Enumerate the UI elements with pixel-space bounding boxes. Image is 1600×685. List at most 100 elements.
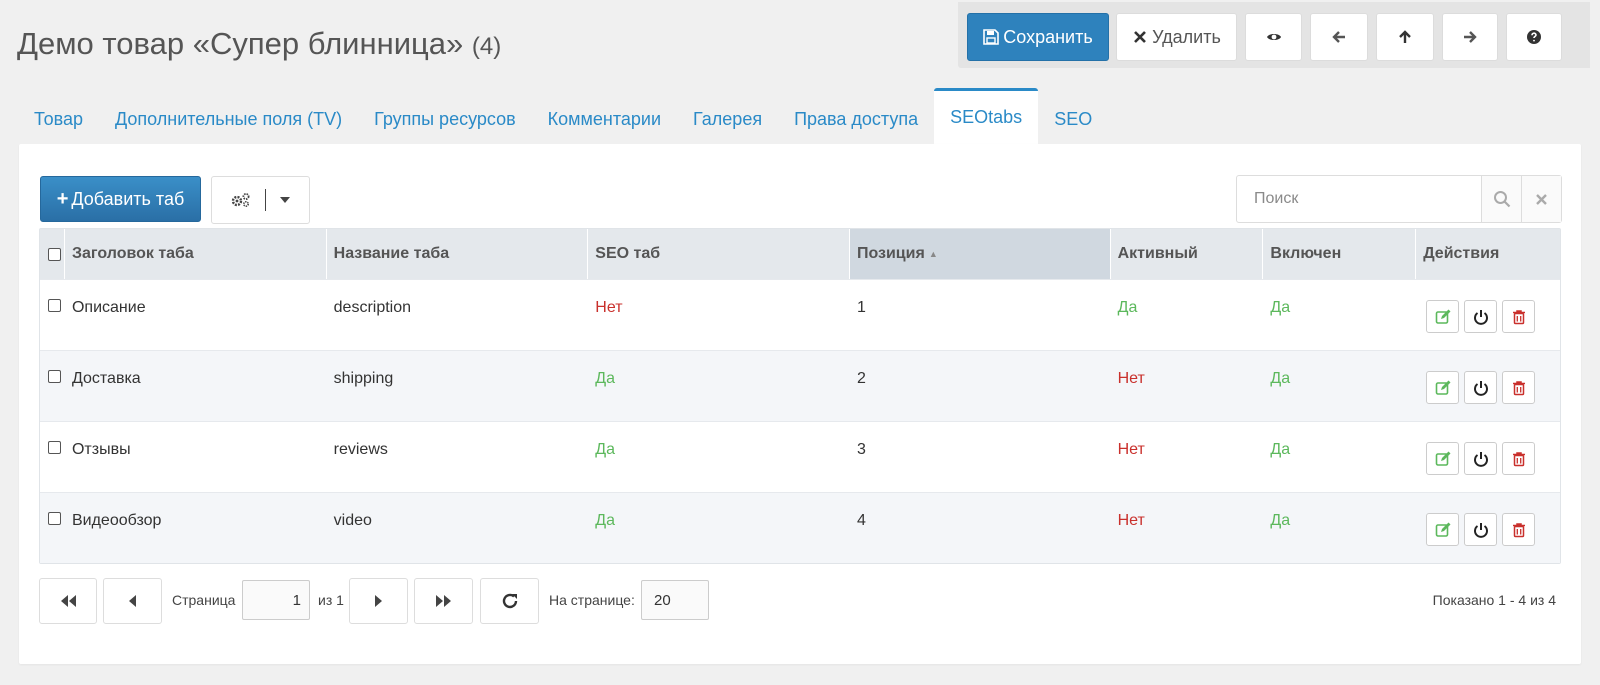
tab-seo[interactable]: SEO (1038, 88, 1108, 144)
column-header-label: Включен (1270, 245, 1342, 262)
add-tab-label: Добавить таб (71, 188, 185, 209)
column-header-tab-name[interactable]: Название таба (327, 229, 589, 279)
previous-resource-button[interactable] (1310, 13, 1368, 61)
save-button[interactable]: Сохранить (967, 13, 1109, 61)
power-icon (1473, 522, 1488, 538)
column-header-seo-tab[interactable]: SEO таб (588, 229, 850, 279)
select-all-checkbox[interactable] (48, 247, 61, 261)
cell-tab-name: description (333, 299, 412, 316)
cell-tab-title: Видеообзор (71, 512, 162, 529)
divider (265, 189, 266, 211)
records-shown-label: Показано 1 - 4 из 4 (1432, 592, 1556, 608)
double-chevron-left-icon (61, 595, 76, 607)
toggle-power-button[interactable] (1464, 300, 1498, 333)
caret-down-icon (280, 197, 290, 203)
delete-row-button[interactable] (1502, 300, 1536, 333)
tab-seotabs[interactable]: SEOtabs (934, 88, 1039, 144)
close-icon (1536, 193, 1547, 205)
edit-button[interactable] (1426, 371, 1460, 404)
column-header-label: Позиция (856, 245, 925, 262)
trash-icon (1512, 380, 1525, 395)
row-checkbox[interactable] (48, 299, 61, 312)
edit-button[interactable] (1426, 442, 1460, 475)
column-header-tab-title[interactable]: Заголовок таба (65, 229, 327, 279)
arrow-left-icon (1332, 31, 1345, 43)
toggle-power-button[interactable] (1464, 371, 1498, 404)
first-page-button[interactable] (39, 578, 97, 624)
cell-tab-name: video (333, 512, 372, 529)
seotabs-panel: + Добавить таб Заголовок таба Название т… (19, 144, 1581, 664)
edit-button[interactable] (1426, 300, 1460, 333)
cell-enabled: Да (1270, 299, 1291, 316)
tab-gallery[interactable]: Галерея (677, 88, 778, 144)
save-button-label: Сохранить (1003, 26, 1093, 47)
edit-button[interactable] (1426, 513, 1460, 546)
parent-resource-button[interactable] (1376, 13, 1434, 61)
row-checkbox[interactable] (48, 512, 61, 525)
resource-tabs: Товар Дополнительные поля (TV) Группы ре… (18, 88, 1108, 144)
search-button[interactable] (1481, 176, 1521, 222)
delete-button-label: Удалить (1152, 26, 1221, 47)
table-row[interactable]: Доставка shipping Да 2 Нет Да (40, 350, 1560, 421)
cell-tab-title: Описание (71, 299, 146, 316)
edit-icon (1435, 380, 1451, 395)
per-page-label: На странице: (549, 592, 635, 608)
table-row[interactable]: Описание description Нет 1 Да Да (40, 279, 1560, 350)
add-tab-button[interactable]: + Добавить таб (40, 176, 201, 222)
refresh-icon (502, 593, 517, 609)
view-button[interactable] (1245, 13, 1302, 61)
next-resource-button[interactable] (1442, 13, 1498, 61)
prev-page-button[interactable] (103, 578, 162, 624)
help-button[interactable] (1506, 13, 1562, 61)
resource-count: (4) (471, 33, 502, 60)
page-title-text: Демо товар «Супер блинница» (17, 26, 464, 61)
refresh-button[interactable] (480, 578, 539, 624)
delete-row-button[interactable] (1502, 442, 1536, 475)
column-header-label: Название таба (333, 245, 450, 262)
table-row[interactable]: Видеообзор video Да 4 Нет Да (40, 492, 1560, 563)
per-page-input[interactable]: 20 (641, 580, 709, 620)
tab-resource-groups[interactable]: Группы ресурсов (358, 88, 532, 144)
row-checkbox[interactable] (48, 441, 61, 454)
edit-icon (1435, 522, 1451, 537)
row-actions (1416, 422, 1560, 492)
delete-row-button[interactable] (1502, 513, 1536, 546)
cell-seo-tab: Да (595, 441, 616, 458)
next-page-button[interactable] (349, 578, 408, 624)
search-input[interactable] (1237, 176, 1481, 222)
page-number-input[interactable]: 1 (242, 580, 310, 620)
column-header-label: Заголовок таба (71, 245, 194, 262)
row-actions (1416, 280, 1560, 350)
power-icon (1473, 380, 1488, 396)
select-all-cell (40, 229, 65, 279)
column-header-enabled[interactable]: Включен (1263, 229, 1417, 279)
last-page-button[interactable] (414, 578, 473, 624)
column-header-label: Активный (1117, 245, 1198, 262)
column-header-active[interactable]: Активный (1111, 229, 1264, 279)
chevron-right-icon (375, 595, 382, 607)
clear-search-button[interactable] (1521, 176, 1561, 222)
tab-access-rights[interactable]: Права доступа (778, 88, 934, 144)
toggle-power-button[interactable] (1464, 513, 1498, 546)
column-header-label: Действия (1423, 245, 1500, 262)
cell-active: Да (1117, 299, 1138, 316)
edit-icon (1435, 309, 1451, 324)
table-row[interactable]: Отзывы reviews Да 3 Нет Да (40, 421, 1560, 492)
column-header-position[interactable]: Позиция ▲ (849, 229, 1111, 279)
toggle-power-button[interactable] (1464, 442, 1498, 475)
column-header-label: SEO таб (595, 245, 661, 262)
cell-position: 3 (856, 441, 866, 458)
tab-comments[interactable]: Комментарии (532, 88, 677, 144)
trash-icon (1512, 522, 1525, 537)
delete-row-button[interactable] (1502, 371, 1536, 404)
tab-product[interactable]: Товар (18, 88, 99, 144)
row-checkbox[interactable] (48, 370, 61, 383)
tab-additional-fields[interactable]: Дополнительные поля (TV) (99, 88, 358, 144)
sort-asc-icon: ▲ (928, 249, 938, 259)
delete-button[interactable]: Удалить (1116, 13, 1237, 61)
bulk-actions-button[interactable] (211, 176, 310, 224)
power-icon (1473, 451, 1488, 467)
cell-seo-tab: Да (595, 370, 616, 387)
cell-position: 4 (856, 512, 866, 529)
arrow-right-icon (1464, 31, 1477, 43)
